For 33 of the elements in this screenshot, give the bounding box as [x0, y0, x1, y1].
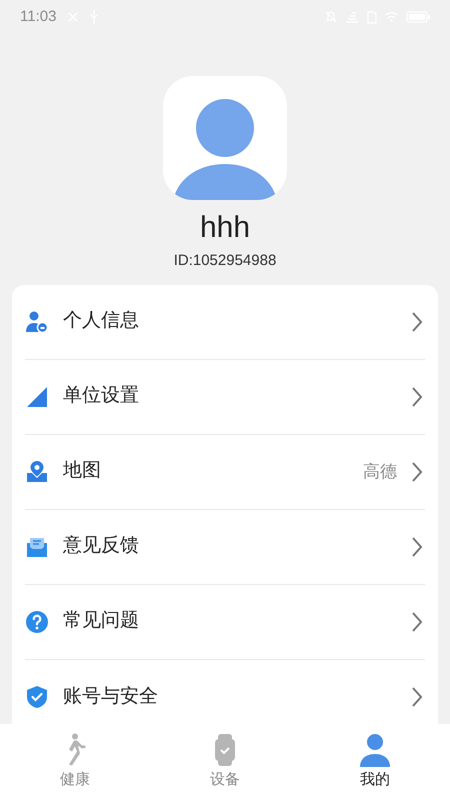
chevron-right-icon — [411, 610, 423, 632]
user-silhouette-icon — [173, 96, 277, 200]
user-name: hhh — [200, 210, 250, 246]
chevron-right-icon — [411, 460, 423, 482]
triangle-icon — [25, 384, 49, 408]
menu-label: 账号与安全 — [63, 684, 159, 709]
menu-label: 常见问题 — [63, 609, 140, 634]
chevron-right-icon — [411, 686, 423, 708]
status-time: 11:03 — [20, 6, 56, 27]
user-icon — [25, 310, 49, 334]
user-icon — [358, 732, 392, 767]
tab[interactable]: 设备 — [150, 732, 300, 792]
chevron-right-icon — [411, 536, 423, 558]
menu-item[interactable]: 常见问题 — [25, 584, 425, 660]
shield-check-icon — [25, 685, 49, 709]
menu-item[interactable]: 地图 高德 — [25, 434, 425, 510]
menu-item[interactable]: 意见反馈 — [25, 510, 425, 584]
tab[interactable]: 健康 — [0, 732, 150, 792]
menu-label: 单位设置 — [63, 384, 140, 408]
menu-label: 个人信息 — [63, 309, 140, 334]
menu-item[interactable]: 单位设置 — [25, 360, 425, 434]
user-id: ID:1052954988 — [174, 251, 276, 271]
map-pin-icon — [25, 460, 49, 484]
chevron-right-icon — [411, 386, 423, 408]
menu-label: 地图 — [63, 459, 102, 484]
help-icon — [25, 610, 49, 634]
avatar[interactable] — [163, 76, 287, 200]
menu-item[interactable]: 账号与安全 — [25, 660, 425, 724]
chevron-right-icon — [411, 310, 423, 332]
tab[interactable]: 我的 — [300, 732, 450, 792]
menu-value: 高德 — [363, 460, 397, 483]
menu-label: 意见反馈 — [63, 534, 140, 558]
menu-item[interactable]: 个人信息 — [25, 284, 425, 360]
